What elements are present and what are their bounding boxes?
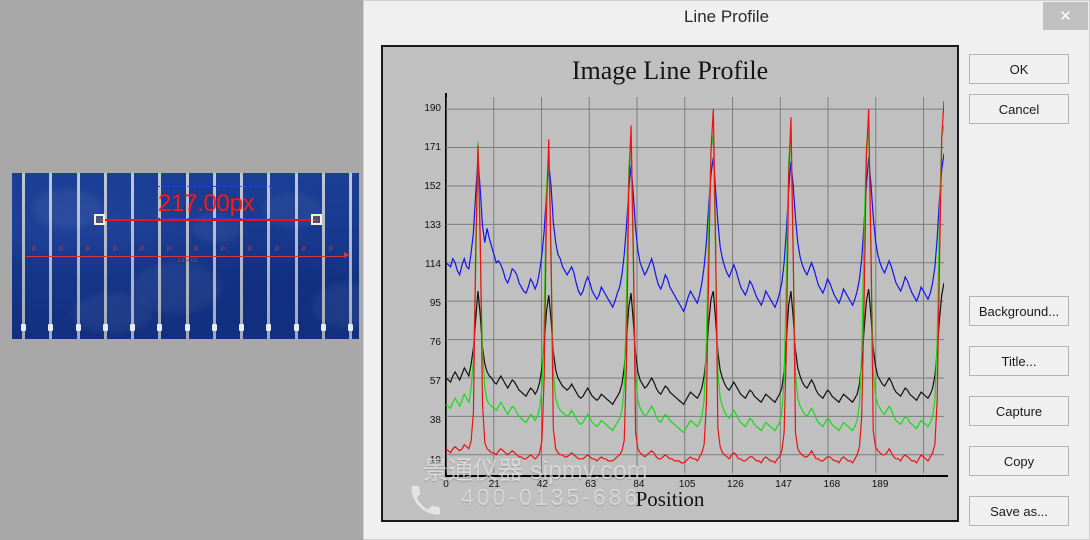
screen: P P P P P P P P P P P P Line 01 217.00px Line Profi…	[0, 0, 1090, 540]
chart-svg	[446, 97, 944, 473]
line-profile-dialog: Line Profile ✕ Image Line Profile 19 38 57…	[363, 0, 1090, 540]
y-axis-tick-labels: 19 38 57 76 95 114 133 152 171 190	[383, 47, 441, 524]
measurement-handle-left[interactable]	[94, 214, 105, 225]
busbar-tip	[157, 324, 163, 331]
x-axis-line	[445, 475, 948, 477]
y-axis-tick: 190	[424, 103, 441, 115]
measurement-label: 217.00px	[158, 190, 255, 217]
image-viewer-panel: P P P P P P P P P P P P Line 01 217.00px	[0, 0, 360, 540]
profile-tick: P	[248, 247, 253, 253]
profile-tick: P	[59, 247, 64, 253]
busbar-tip	[239, 324, 244, 331]
y-axis-tick: 76	[429, 337, 441, 349]
ok-button[interactable]: OK	[969, 54, 1069, 84]
profile-tick: P	[167, 247, 172, 253]
dialog-button-column: OK Cancel Background... Title... Capture Copy…	[969, 45, 1074, 526]
capture-button[interactable]: Capture	[969, 396, 1069, 426]
busbar-tip	[293, 324, 299, 331]
profile-tick: P	[86, 247, 91, 253]
profile-line-arrow-icon	[344, 252, 350, 258]
image-texture-blob	[32, 188, 102, 228]
profile-tick: P	[275, 247, 280, 253]
profile-tick: P	[302, 247, 307, 253]
chart-series-red-channel	[446, 101, 944, 463]
y-axis-tick: 57	[429, 376, 441, 388]
y-axis-tick: 19	[429, 454, 441, 466]
x-axis-title: Position	[635, 487, 705, 511]
y-axis-tick: 152	[424, 181, 441, 193]
saveas-button[interactable]: Save as...	[969, 496, 1069, 526]
y-axis-tick: 38	[429, 415, 441, 427]
background-button[interactable]: Background...	[969, 296, 1069, 326]
profile-tick: P	[329, 247, 334, 253]
busbar-tip	[320, 324, 326, 331]
profile-tick: P	[140, 247, 145, 253]
busbar-tip	[266, 324, 272, 331]
cancel-button[interactable]: Cancel	[969, 94, 1069, 124]
chart-title: Image Line Profile	[571, 56, 769, 85]
y-axis-tick: 114	[425, 259, 441, 271]
y-axis-tick: 95	[429, 298, 441, 310]
busbar-tip	[21, 324, 26, 331]
close-icon[interactable]: ✕	[1043, 2, 1088, 30]
measurement-line[interactable]	[99, 219, 318, 221]
chart-panel: Image Line Profile 19 38 57 76 95 114 133 152 17…	[381, 45, 959, 522]
busbar-tip	[184, 324, 190, 331]
chart-plot-area	[446, 97, 944, 473]
dialog-title: Line Profile	[683, 7, 770, 26]
dialog-title-bar: Line Profile ✕	[364, 1, 1089, 32]
profile-tick: P	[113, 247, 118, 253]
image-texture-blob	[312, 283, 359, 328]
profile-tick: P	[194, 247, 199, 253]
busbar	[22, 173, 25, 339]
busbar-tip	[48, 324, 54, 331]
busbar-tip	[211, 324, 217, 331]
y-axis-tick: 133	[424, 220, 441, 232]
title-button[interactable]: Title...	[969, 346, 1069, 376]
y-axis-tick: 171	[424, 142, 441, 154]
image-texture-blob	[72, 293, 152, 333]
profile-tick: P	[221, 247, 226, 253]
profile-line-caption: Line 01	[178, 258, 198, 264]
profile-tick: P	[32, 247, 37, 253]
profile-line-overlay[interactable]	[26, 256, 346, 257]
copy-button[interactable]: Copy	[969, 446, 1069, 476]
measurement-handle-right[interactable]	[311, 214, 322, 225]
